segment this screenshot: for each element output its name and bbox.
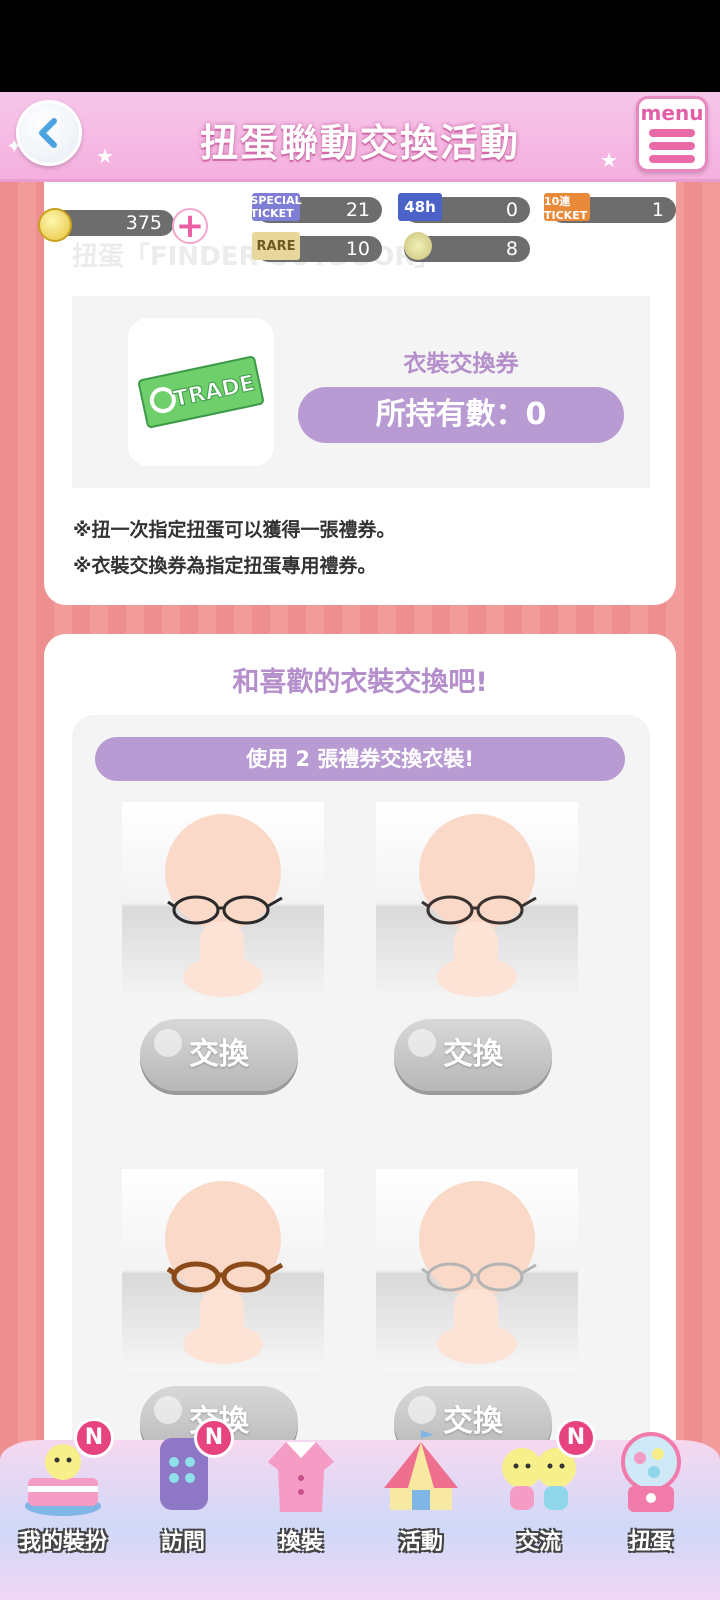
nav-item-gacha[interactable]: 扭蛋 (596, 1418, 706, 1568)
button-shine (408, 1029, 436, 1057)
exchange-cost-label: 使用 2 張禮券交換衣裝! (95, 737, 625, 781)
new-badge: N (74, 1418, 114, 1458)
dress-icon (268, 1442, 334, 1512)
glasses-item-1[interactable] (122, 802, 324, 1004)
ten-pull-ticket-icon: 10連 TICKET (544, 193, 590, 222)
menu-button[interactable]: menu (636, 96, 708, 172)
nav-item-dress-up[interactable]: 換裝 (246, 1418, 356, 1568)
avatar-glasses-icon (419, 814, 537, 997)
button-shine (154, 1029, 182, 1057)
glasses-item-4[interactable] (376, 1169, 578, 1371)
menu-icon (649, 129, 695, 168)
note-line: ※衣裝交換券為指定扭蛋專用禮券。 (73, 555, 377, 577)
gacha-machine-icon (621, 1432, 681, 1512)
status-bar (0, 0, 720, 92)
circus-tent-icon (384, 1430, 458, 1510)
header-bar: ✦ ★ ★ 扭蛋聯動交換活動 menu (0, 92, 720, 182)
exchange-button-label: 交換 (443, 1037, 503, 1072)
menu-label: menu (640, 101, 704, 125)
ticket-name: 衣裝交換券 (403, 351, 519, 377)
nav-label: 交流 (516, 1530, 561, 1555)
owned-count: 所持有數：0 (298, 387, 624, 443)
exchange-button-label: 交換 (189, 1037, 249, 1072)
rare-ticket-icon: RARE (252, 232, 300, 260)
nav-label: 我的裝扮 (18, 1530, 107, 1555)
avatar-glasses-icon (165, 1181, 284, 1364)
nav-label: 活動 (398, 1530, 443, 1555)
avatar-glasses-icon (419, 1181, 537, 1364)
nav-label: 扭蛋 (628, 1530, 673, 1555)
exchange-button[interactable]: 交換 (140, 1019, 298, 1091)
glasses-item-2[interactable] (376, 802, 578, 1004)
nav-item-events[interactable]: 活動 (366, 1418, 476, 1568)
trade-ticket-image: TRADE (128, 318, 274, 466)
add-coins-button[interactable]: + (172, 208, 208, 244)
nav-label: 訪問 (160, 1530, 205, 1555)
coin-icon (38, 208, 72, 242)
glasses-item-3[interactable] (122, 1169, 324, 1371)
new-badge: N (194, 1418, 234, 1458)
gem-icon (404, 232, 432, 260)
48h-ticket-icon: 48h (398, 193, 442, 221)
exchange-title: 和喜歡的衣裝交換吧! (232, 667, 488, 698)
new-badge: N (556, 1418, 596, 1458)
special-ticket-icon: SPECIAL TICKET (250, 193, 302, 221)
exchange-button[interactable]: 交換 (394, 1019, 552, 1091)
avatar-glasses-icon (165, 814, 283, 997)
page-title: 扭蛋聯動交換活動 (199, 121, 520, 165)
note-line: ※扭一次指定扭蛋可以獲得一張禮券。 (73, 519, 396, 541)
nav-label: 換裝 (278, 1530, 323, 1555)
trade-ticket-icon: TRADE (138, 356, 264, 428)
